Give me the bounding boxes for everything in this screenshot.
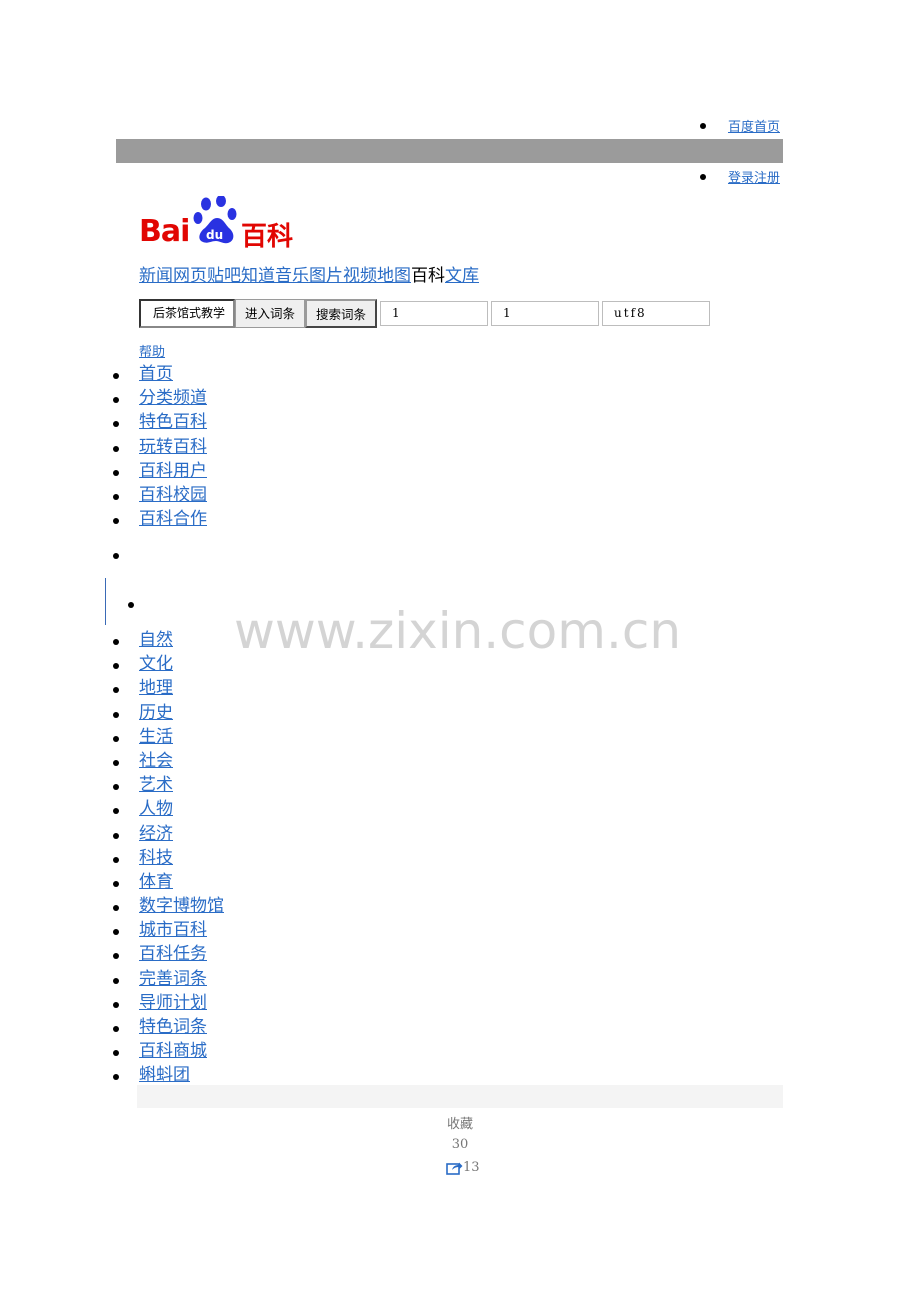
main-nav-list: 首页 分类频道 特色百科 玩转百科 百科用户 百科校园 百科合作	[0, 362, 207, 531]
category-link[interactable]: 地理	[139, 678, 173, 698]
nav-users-link[interactable]: 百科用户	[139, 461, 207, 481]
main-nav-item: 百科用户	[0, 459, 207, 483]
nav-play-link[interactable]: 玩转百科	[139, 437, 207, 457]
collect-button[interactable]: 收藏	[430, 1113, 490, 1132]
category-item: 社会	[0, 749, 224, 773]
logo-brand-text: Bai	[139, 214, 190, 249]
category-item: 生活	[0, 725, 224, 749]
search-bar: 后茶馆式教学 进入词条 搜索词条 1 1 utf8	[139, 299, 711, 328]
category-item: 历史	[0, 701, 224, 725]
category-item: 体育	[0, 870, 224, 894]
category-item: 蝌蚪团	[0, 1063, 224, 1087]
category-item: 完善词条	[0, 967, 224, 991]
category-link[interactable]: 城市百科	[139, 920, 207, 940]
category-item: 地理	[0, 676, 224, 700]
category-item: 特色词条	[0, 1015, 224, 1039]
nav-cooperation-link[interactable]: 百科合作	[139, 509, 207, 529]
top-link-login-item: 登录注册	[699, 167, 780, 186]
product-nav: 新闻网页贴吧知道音乐图片视频地图百科文库	[139, 261, 479, 286]
category-link[interactable]: 人物	[139, 799, 173, 819]
baidu-baike-logo[interactable]: Bai du 百科	[139, 196, 299, 252]
nav-images[interactable]: 图片	[309, 266, 343, 286]
category-item: 百科任务	[0, 942, 224, 966]
main-nav-item: 特色百科	[0, 410, 207, 434]
category-link[interactable]: 经济	[139, 824, 173, 844]
category-link[interactable]: 科技	[139, 848, 173, 868]
encoding-field[interactable]: utf8	[602, 301, 711, 326]
logo-product-text: 百科	[241, 222, 294, 252]
category-link[interactable]: 自然	[139, 630, 173, 650]
main-nav-item: 分类频道	[0, 386, 207, 410]
category-item: 自然	[0, 628, 224, 652]
baidu-home-link[interactable]: 百度首页	[728, 116, 780, 135]
category-link[interactable]: 完善词条	[139, 969, 207, 989]
nav-web[interactable]: 网页	[173, 266, 207, 286]
category-item: 导师计划	[0, 991, 224, 1015]
nav-tieba[interactable]: 贴吧	[207, 266, 241, 286]
category-item: 人物	[0, 797, 224, 821]
nav-zhidao[interactable]: 知道	[241, 266, 275, 286]
category-link[interactable]: 历史	[139, 703, 173, 723]
category-link[interactable]: 蝌蚪团	[139, 1065, 190, 1085]
category-link[interactable]: 百科商城	[139, 1041, 207, 1061]
collect-count: 30	[451, 1137, 469, 1152]
enter-entry-button[interactable]: 进入词条	[235, 299, 306, 328]
logo-du-text: du	[206, 228, 223, 242]
category-item: 数字博物馆	[0, 894, 224, 918]
nav-video[interactable]: 视频	[343, 266, 377, 286]
search-input[interactable]: 后茶馆式教学	[139, 299, 235, 328]
bottom-bar	[137, 1085, 783, 1108]
category-link[interactable]: 百科任务	[139, 944, 207, 964]
category-item: 百科商城	[0, 1039, 224, 1063]
watermark-text: www.zixin.com.cn	[234, 602, 682, 660]
nav-music[interactable]: 音乐	[275, 266, 309, 286]
nav-special-link[interactable]: 特色百科	[139, 412, 207, 432]
category-link[interactable]: 生活	[139, 727, 173, 747]
category-item: 文化	[0, 652, 224, 676]
paw-icon: du	[193, 196, 237, 244]
divider-line	[105, 578, 106, 625]
help-link[interactable]: 帮助	[139, 341, 165, 360]
category-item: 城市百科	[0, 918, 224, 942]
nav-baike-current: 百科	[411, 266, 445, 286]
empty-list-bullet	[128, 602, 134, 608]
top-gray-bar	[116, 139, 783, 163]
nav-category-link[interactable]: 分类频道	[139, 388, 207, 408]
login-register-link[interactable]: 登录注册	[728, 167, 780, 186]
main-nav-item: 百科合作	[0, 507, 207, 531]
share-button[interactable]: 13	[446, 1160, 480, 1175]
category-link[interactable]: 体育	[139, 872, 173, 892]
category-link[interactable]: 特色词条	[139, 1017, 207, 1037]
bullet	[699, 173, 706, 180]
hidden-field-1[interactable]: 1	[380, 301, 489, 326]
hidden-field-2[interactable]: 1	[491, 301, 600, 326]
main-nav-item: 玩转百科	[0, 435, 207, 459]
category-link[interactable]: 艺术	[139, 775, 173, 795]
share-icon	[446, 1162, 463, 1175]
category-item: 经济	[0, 822, 224, 846]
nav-campus-link[interactable]: 百科校园	[139, 485, 207, 505]
category-link[interactable]: 文化	[139, 654, 173, 674]
top-link-baidu-home-item: 百度首页	[699, 116, 780, 135]
main-nav-item: 首页	[0, 362, 207, 386]
bullet	[699, 122, 706, 129]
category-link[interactable]: 社会	[139, 751, 173, 771]
category-link[interactable]: 导师计划	[139, 993, 207, 1013]
category-list: 自然 文化 地理 历史 生活 社会 艺术 人物 经济 科技 体育 数字博物馆 城…	[0, 628, 224, 1088]
category-link[interactable]: 数字博物馆	[139, 896, 224, 916]
share-count: 13	[463, 1160, 480, 1175]
nav-wenku[interactable]: 文库	[445, 266, 479, 286]
nav-news[interactable]: 新闻	[139, 266, 173, 286]
nav-home-link[interactable]: 首页	[139, 364, 173, 384]
nav-map[interactable]: 地图	[377, 266, 411, 286]
main-nav-item: 百科校园	[0, 483, 207, 507]
category-item: 艺术	[0, 773, 224, 797]
empty-list-bullet	[113, 553, 119, 559]
category-item: 科技	[0, 846, 224, 870]
search-entry-button[interactable]: 搜索词条	[305, 299, 378, 328]
